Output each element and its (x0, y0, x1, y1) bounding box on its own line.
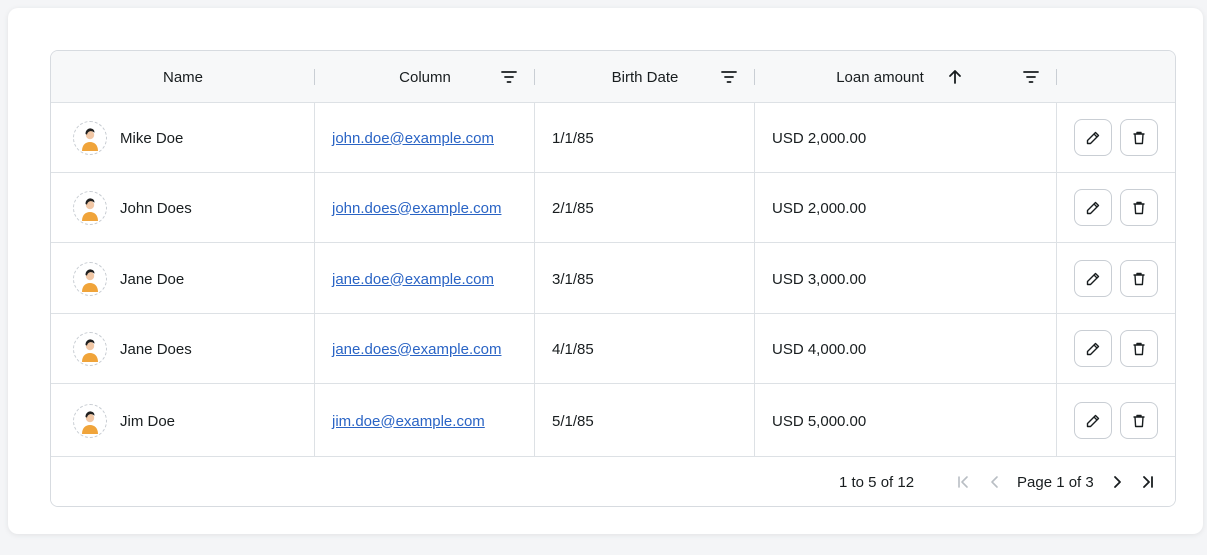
table-row: Jim Doe jim.doe@example.com 5/1/85 USD 5… (51, 385, 1175, 457)
table-card: Name Column Birth Date Loan amount Mike … (8, 8, 1203, 534)
email-link[interactable]: jim.doe@example.com (332, 413, 485, 430)
name-text: Jim Doe (120, 412, 176, 430)
header-column-label: Column (399, 68, 451, 86)
avatar (73, 191, 107, 225)
filter-icon[interactable] (500, 68, 518, 86)
email-link[interactable]: jane.does@example.com (332, 341, 501, 358)
loan-amount-cell: USD 2,000.00 (772, 199, 867, 217)
name-cell: Jane Doe (73, 244, 184, 314)
person-avatar-icon (82, 198, 98, 221)
trash-icon (1133, 414, 1145, 427)
first-page-icon[interactable] (954, 473, 972, 491)
header-birth-date-label: Birth Date (611, 68, 679, 86)
header-loan-amount-label: Loan amount (836, 68, 924, 86)
name-text: Jane Doe (120, 270, 185, 288)
delete-button[interactable] (1120, 402, 1158, 439)
birth-date-cell: 4/1/85 (552, 340, 594, 358)
person-avatar-icon (82, 339, 98, 362)
trash-icon (1133, 201, 1145, 214)
avatar (73, 121, 107, 155)
email-cell: jim.doe@example.com (332, 385, 485, 457)
birth-date-cell: 3/1/85 (552, 270, 594, 288)
delete-button[interactable] (1120, 330, 1158, 367)
delete-button[interactable] (1120, 260, 1158, 297)
loan-amount-cell: USD 5,000.00 (772, 412, 867, 430)
table-row: John Does john.does@example.com 2/1/85 U… (51, 173, 1175, 243)
loan-amount-cell: USD 3,000.00 (772, 270, 867, 288)
pagination-bar: 1 to 5 of 12 Page 1 of 3 (51, 457, 1175, 506)
avatar (73, 262, 107, 296)
pencil-icon (1086, 131, 1100, 144)
loan-amount-cell: USD 2,000.00 (772, 129, 867, 147)
column-resize-handle[interactable] (1056, 69, 1057, 85)
trash-icon (1133, 131, 1145, 144)
birth-date-cell: 2/1/85 (552, 199, 594, 217)
email-link[interactable]: john.doe@example.com (332, 130, 494, 147)
edit-button[interactable] (1074, 260, 1112, 297)
name-cell: Jim Doe (73, 385, 175, 457)
name-text: Jane Does (120, 340, 192, 358)
email-link[interactable]: john.does@example.com (332, 200, 501, 217)
table-row: Jane Doe jane.doe@example.com 3/1/85 USD… (51, 244, 1175, 314)
name-cell: John Does (73, 173, 192, 243)
filter-icon[interactable] (1022, 68, 1040, 86)
name-text: Mike Doe (120, 129, 184, 147)
table-row: Jane Does jane.does@example.com 4/1/85 U… (51, 314, 1175, 384)
email-cell: john.doe@example.com (332, 103, 494, 173)
name-cell: Jane Does (73, 314, 192, 384)
chevron-left-icon[interactable] (986, 473, 1004, 491)
birth-date-cell: 5/1/85 (552, 412, 594, 430)
email-cell: jane.does@example.com (332, 314, 501, 384)
delete-button[interactable] (1120, 189, 1158, 226)
pencil-icon (1086, 342, 1100, 355)
email-link[interactable]: jane.doe@example.com (332, 271, 494, 288)
header-name[interactable]: Name (51, 51, 315, 103)
avatar (73, 332, 107, 366)
trash-icon (1133, 272, 1145, 285)
page-indicator: Page 1 of 3 (1017, 473, 1094, 491)
pencil-icon (1086, 201, 1100, 214)
edit-button[interactable] (1074, 330, 1112, 367)
edit-button[interactable] (1074, 119, 1112, 156)
row-range-summary: 1 to 5 of 12 (839, 473, 915, 491)
header-loan-amount[interactable]: Loan amount (755, 51, 1005, 103)
name-cell: Mike Doe (73, 103, 183, 173)
edit-button[interactable] (1074, 402, 1112, 439)
person-avatar-icon (82, 269, 98, 292)
loan-amount-cell: USD 4,000.00 (772, 340, 867, 358)
data-grid: Name Column Birth Date Loan amount Mike … (50, 50, 1176, 507)
avatar (73, 404, 107, 438)
last-page-icon[interactable] (1139, 473, 1157, 491)
delete-button[interactable] (1120, 119, 1158, 156)
email-cell: jane.doe@example.com (332, 244, 494, 314)
chevron-right-icon[interactable] (1108, 473, 1126, 491)
trash-icon (1133, 342, 1145, 355)
grid-header: Name Column Birth Date Loan amount (51, 51, 1175, 103)
person-avatar-icon (82, 128, 98, 151)
arrow-up-icon[interactable] (946, 68, 964, 86)
pencil-icon (1086, 272, 1100, 285)
person-avatar-icon (82, 411, 98, 434)
filter-icon[interactable] (720, 68, 738, 86)
birth-date-cell: 1/1/85 (552, 129, 594, 147)
table-row: Mike Doe john.doe@example.com 1/1/85 USD… (51, 103, 1175, 173)
edit-button[interactable] (1074, 189, 1112, 226)
name-text: John Does (120, 199, 192, 217)
header-name-label: Name (162, 68, 203, 86)
pencil-icon (1086, 414, 1100, 427)
email-cell: john.does@example.com (332, 173, 501, 243)
